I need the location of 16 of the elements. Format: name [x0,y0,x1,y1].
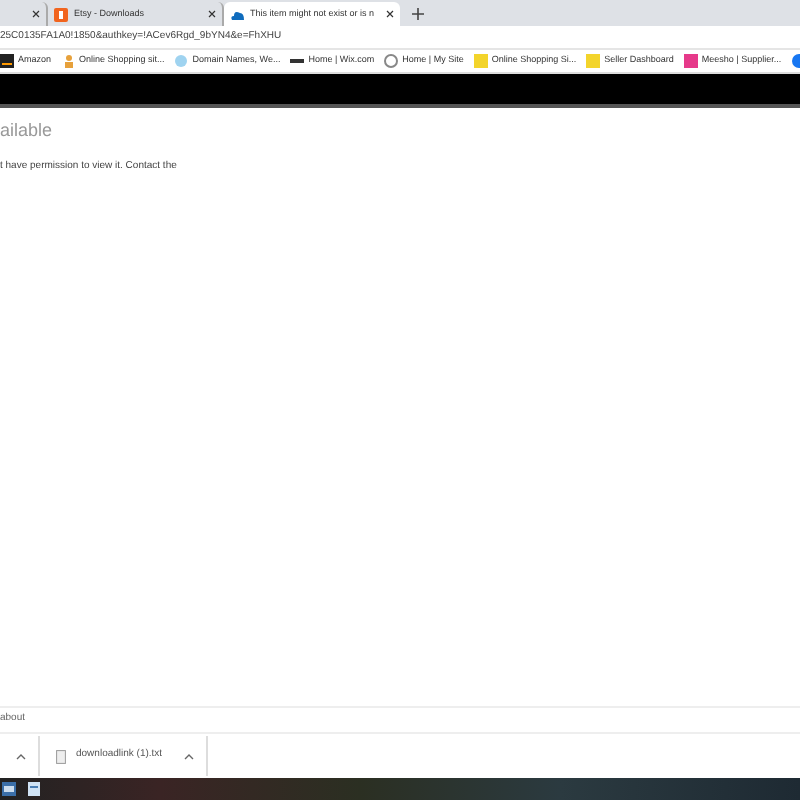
caret-up-icon[interactable] [16,753,26,759]
file-icon [56,749,66,763]
close-icon[interactable] [208,10,216,18]
new-tab-icon[interactable] [412,8,424,20]
close-icon[interactable] [386,10,394,18]
square-icon [586,54,601,68]
dash-icon [290,54,305,68]
cloud-icon [230,7,244,21]
square-icon [683,54,698,68]
square-icon [473,54,488,68]
app-icon[interactable] [2,782,16,796]
document-icon[interactable] [28,782,40,796]
caret-up-icon[interactable] [184,753,194,759]
close-icon[interactable] [32,10,40,18]
page-heading: ailable [0,118,55,144]
person-icon [61,54,76,68]
